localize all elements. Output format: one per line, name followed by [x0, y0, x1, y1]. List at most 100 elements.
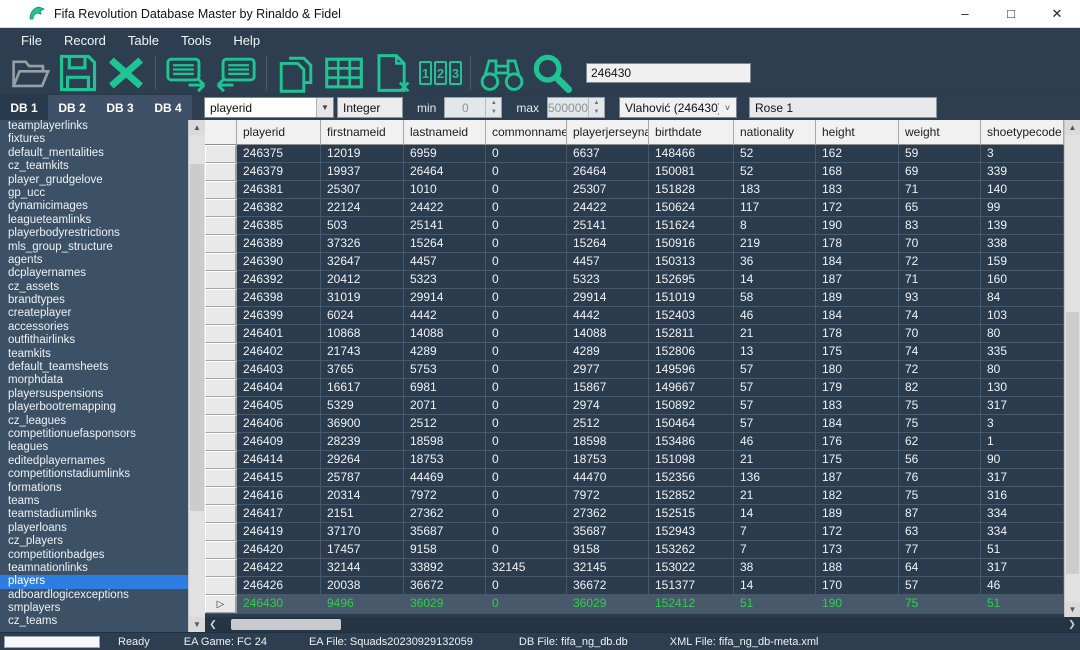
sidebar-item[interactable]: formations — [0, 482, 188, 495]
cell-weight[interactable]: 72 — [899, 361, 981, 379]
cell-weight[interactable]: 65 — [899, 199, 981, 217]
table-row[interactable]: 246385 503 25141 0 25141 151624 8 190 83… — [205, 217, 1064, 235]
cell-weight[interactable]: 69 — [899, 163, 981, 181]
cell-weight[interactable]: 72 — [899, 253, 981, 271]
table-row[interactable]: 246390 32647 4457 0 4457 150313 36 184 7… — [205, 253, 1064, 271]
cell-nationality[interactable]: 8 — [734, 217, 816, 235]
cell-playerjerseyname[interactable]: 14088 — [567, 325, 649, 343]
cell-birthdate[interactable]: 148466 — [649, 145, 734, 163]
cell-birthdate[interactable]: 151019 — [649, 289, 734, 307]
cell-commonnameid[interactable]: 0 — [486, 541, 567, 559]
row-selector-cell[interactable] — [205, 271, 237, 289]
cell-nationality[interactable]: 38 — [734, 559, 816, 577]
cell-nationality[interactable]: 14 — [734, 271, 816, 289]
cell-firstnameid[interactable]: 6024 — [321, 307, 404, 325]
cell-commonnameid[interactable]: 0 — [486, 289, 567, 307]
cell-weight[interactable]: 74 — [899, 343, 981, 361]
cell-height[interactable]: 189 — [816, 505, 899, 523]
cell-playerid[interactable]: 246390 — [237, 253, 321, 271]
cell-shoetypecode[interactable]: 51 — [981, 595, 1064, 613]
cell-playerid[interactable]: 246403 — [237, 361, 321, 379]
cell-playerid[interactable]: 246422 — [237, 559, 321, 577]
cell-height[interactable]: 175 — [816, 343, 899, 361]
cell-playerid[interactable]: 246415 — [237, 469, 321, 487]
sidebar-item[interactable]: teams — [0, 495, 188, 508]
cell-firstnameid[interactable]: 32647 — [321, 253, 404, 271]
column-header[interactable]: height — [816, 120, 899, 145]
sidebar-item[interactable]: fixtures — [0, 133, 188, 146]
cell-birthdate[interactable]: 153486 — [649, 433, 734, 451]
cell-playerid[interactable]: 246426 — [237, 577, 321, 595]
sidebar-item[interactable]: dcplayernames — [0, 267, 188, 280]
clear-table-button[interactable] — [368, 53, 416, 93]
close-button[interactable]: ✕ — [1034, 0, 1080, 27]
table-row[interactable]: 246375 12019 6959 0 6637 148466 52 162 5… — [205, 145, 1064, 163]
cell-weight[interactable]: 83 — [899, 217, 981, 235]
tab-db1[interactable]: DB 1 — [0, 95, 48, 120]
cell-birthdate[interactable]: 152412 — [649, 595, 734, 613]
table-row[interactable]: 246416 20314 7972 0 7972 152852 21 182 7… — [205, 487, 1064, 505]
sidebar-item[interactable]: teamkits — [0, 348, 188, 361]
cell-lastnameid[interactable]: 44469 — [404, 469, 486, 487]
cell-nationality[interactable]: 36 — [734, 253, 816, 271]
cell-shoetypecode[interactable]: 3 — [981, 145, 1064, 163]
table-row[interactable]: 246415 25787 44469 0 44470 152356 136 18… — [205, 469, 1064, 487]
cell-commonnameid[interactable]: 0 — [486, 415, 567, 433]
cell-nationality[interactable]: 51 — [734, 595, 816, 613]
grid-vscroll-thumb[interactable] — [1066, 312, 1079, 574]
cell-nationality[interactable]: 14 — [734, 505, 816, 523]
sidebar-item[interactable]: smplayers — [0, 602, 188, 615]
cell-firstnameid[interactable]: 28239 — [321, 433, 404, 451]
sidebar-item[interactable]: agents — [0, 254, 188, 267]
sidebar-item[interactable]: teamnationlinks — [0, 562, 188, 575]
cell-shoetypecode[interactable]: 103 — [981, 307, 1064, 325]
cell-lastnameid[interactable]: 4457 — [404, 253, 486, 271]
cell-shoetypecode[interactable]: 99 — [981, 199, 1064, 217]
cell-playerid[interactable]: 246416 — [237, 487, 321, 505]
cell-firstnameid[interactable]: 16617 — [321, 379, 404, 397]
cell-birthdate[interactable]: 152356 — [649, 469, 734, 487]
sidebar-scrollbar[interactable]: ▲ ▼ — [188, 120, 205, 632]
cell-playerjerseyname[interactable]: 25141 — [567, 217, 649, 235]
cell-birthdate[interactable]: 149596 — [649, 361, 734, 379]
scroll-down-icon[interactable]: ▼ — [1065, 602, 1080, 617]
cell-playerid[interactable]: 246385 — [237, 217, 321, 235]
cell-playerid[interactable]: 246406 — [237, 415, 321, 433]
sidebar-item[interactable]: morphdata — [0, 374, 188, 387]
cell-playerjerseyname[interactable]: 36672 — [567, 577, 649, 595]
cell-commonnameid[interactable]: 0 — [486, 145, 567, 163]
cell-weight[interactable]: 76 — [899, 469, 981, 487]
cell-lastnameid[interactable]: 6959 — [404, 145, 486, 163]
sidebar-scroll-thumb[interactable] — [190, 164, 204, 511]
cell-birthdate[interactable]: 153262 — [649, 541, 734, 559]
cell-weight[interactable]: 75 — [899, 415, 981, 433]
cell-playerid[interactable]: 246392 — [237, 271, 321, 289]
tab-db4[interactable]: DB 4 — [144, 95, 192, 120]
cell-birthdate[interactable]: 152811 — [649, 325, 734, 343]
scroll-down-icon[interactable]: ▼ — [189, 617, 205, 632]
cell-height[interactable]: 173 — [816, 541, 899, 559]
cell-playerid[interactable]: 246417 — [237, 505, 321, 523]
cell-lastnameid[interactable]: 36029 — [404, 595, 486, 613]
table-row[interactable]: 246399 6024 4442 0 4442 152403 46 184 74… — [205, 307, 1064, 325]
cell-weight[interactable]: 87 — [899, 505, 981, 523]
sidebar-item[interactable]: mls_group_structure — [0, 241, 188, 254]
tab-db3[interactable]: DB 3 — [96, 95, 144, 120]
sidebar-item[interactable]: gp_ucc — [0, 187, 188, 200]
table-row[interactable]: 246379 19937 26464 0 26464 150081 52 168… — [205, 163, 1064, 181]
sidebar-item[interactable]: editedplayernames — [0, 455, 188, 468]
cell-playerjerseyname[interactable]: 18753 — [567, 451, 649, 469]
cell-firstnameid[interactable]: 25307 — [321, 181, 404, 199]
cell-playerid[interactable]: 246409 — [237, 433, 321, 451]
table-row[interactable]: 246406 36900 2512 0 2512 150464 57 184 7… — [205, 415, 1064, 433]
cell-lastnameid[interactable]: 29914 — [404, 289, 486, 307]
cell-nationality[interactable]: 21 — [734, 451, 816, 469]
cell-firstnameid[interactable]: 31019 — [321, 289, 404, 307]
cell-playerid[interactable]: 246401 — [237, 325, 321, 343]
table-row[interactable]: 246405 5329 2071 0 2974 150892 57 183 75… — [205, 397, 1064, 415]
table-row[interactable]: 246382 22124 24422 0 24422 150624 117 17… — [205, 199, 1064, 217]
cell-firstnameid[interactable]: 503 — [321, 217, 404, 235]
cell-birthdate[interactable]: 152852 — [649, 487, 734, 505]
cell-nationality[interactable]: 21 — [734, 487, 816, 505]
min-spinner[interactable]: 0 ▲▼ — [444, 97, 502, 118]
